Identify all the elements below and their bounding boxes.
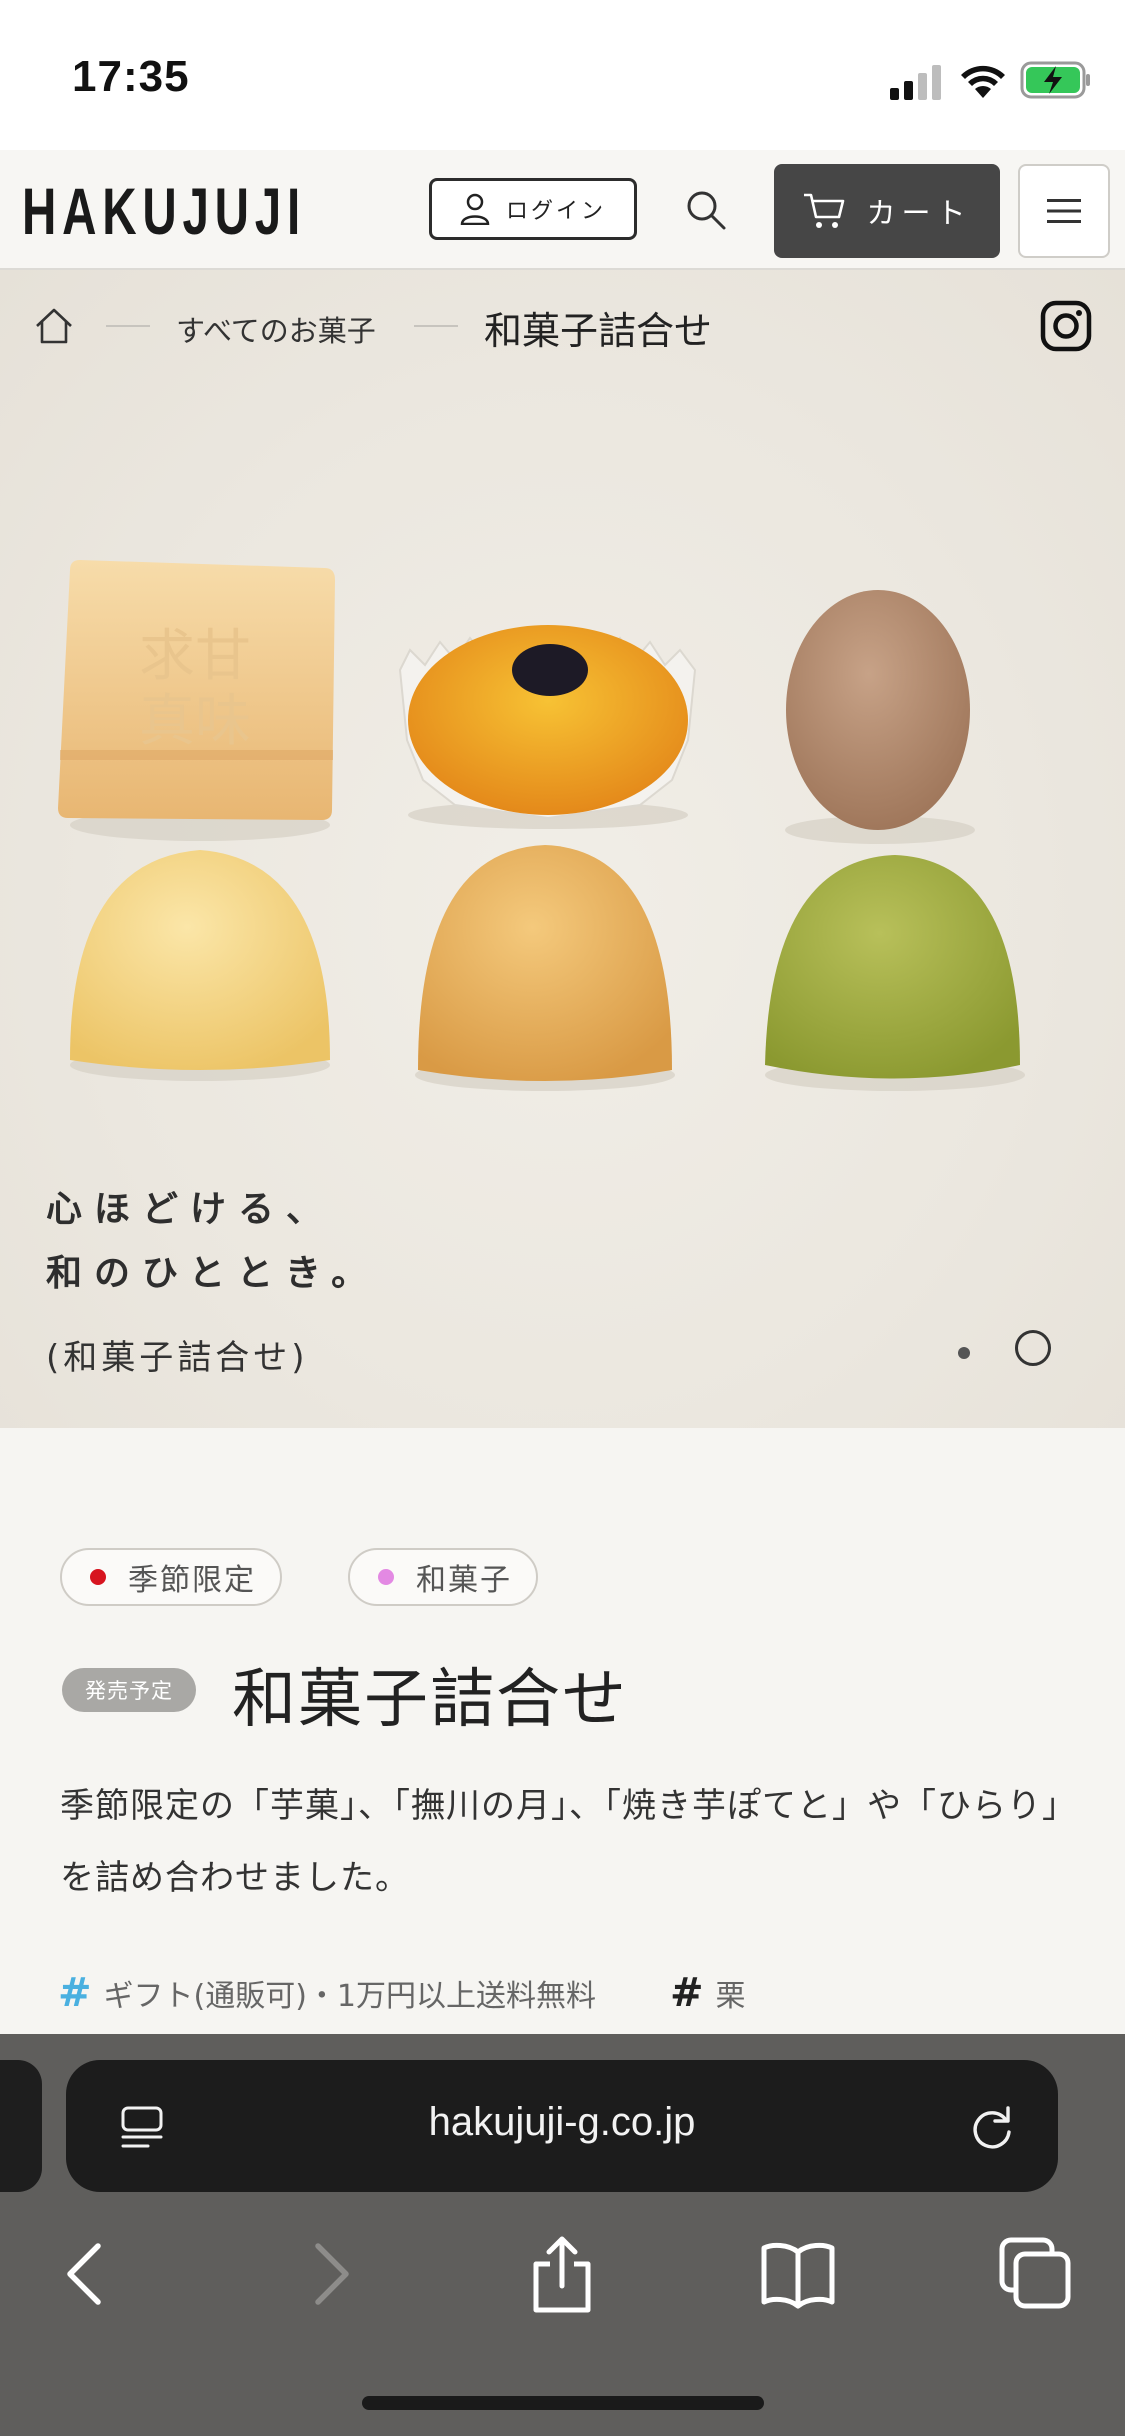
hashtag-chestnut[interactable]: 栗	[716, 1971, 746, 2015]
pink-dot-icon	[378, 1569, 394, 1585]
wifi-icon	[961, 65, 1005, 98]
breadcrumb-separator	[106, 325, 150, 327]
hero-copy-line1: 心ほどける、	[46, 1189, 335, 1230]
browser-toolbar: hakujuji-g.co.jp	[0, 2034, 1125, 2436]
search-icon[interactable]	[682, 186, 730, 234]
slider-dot-1[interactable]	[958, 1347, 970, 1359]
breadcrumb-separator	[414, 325, 458, 327]
status-badge: 発売予定	[62, 1668, 196, 1712]
login-button[interactable]: ログイン	[429, 178, 637, 240]
reload-icon[interactable]	[966, 2102, 1018, 2154]
cart-button[interactable]: カート	[774, 164, 1000, 258]
share-icon[interactable]	[522, 2234, 602, 2314]
red-dot-icon	[90, 1569, 106, 1585]
address-bar[interactable]: hakujuji-g.co.jp	[66, 2060, 1058, 2192]
instagram-icon[interactable]	[1040, 300, 1092, 352]
status-time: 17:35	[72, 52, 190, 101]
menu-button[interactable]	[1018, 164, 1110, 258]
login-label: ログイン	[505, 199, 606, 224]
tag-seasonal[interactable]: 季節限定	[60, 1548, 282, 1606]
hero-copy-line2: 和のひととき。	[46, 1253, 380, 1294]
status-bar: 17:35	[0, 0, 1125, 150]
cellular-signal-icon	[890, 65, 941, 100]
back-arrow-icon[interactable]	[46, 2234, 126, 2314]
tag-wagashi[interactable]: 和菓子	[348, 1548, 538, 1606]
url-text: hakujuji-g.co.jp	[428, 2100, 696, 2144]
slider-dot-2-active[interactable]	[1015, 1330, 1051, 1366]
hakujuji-logo[interactable]: HAKUJUJI	[22, 176, 312, 240]
cart-label: カート	[866, 196, 972, 230]
tag-label: 季節限定	[128, 1563, 256, 1598]
hashtag-gift[interactable]: ギフト(通販可)・1万円以上送料無料	[104, 1971, 597, 2015]
svg-text:真味: 真味	[139, 689, 251, 754]
battery-charging-icon	[1020, 61, 1090, 99]
hero-carousel[interactable]: 求甘 真味 すべてのお菓子 和菓子詰合せ 心ほどける、 和のひととき。 (和菓子…	[0, 270, 1125, 1428]
hashtag-icon: #	[670, 1970, 704, 2016]
home-indicator	[362, 2396, 764, 2410]
hamburger-menu-icon	[1047, 199, 1081, 223]
breadcrumb-current: 和菓子詰合せ	[484, 309, 713, 353]
svg-text:求甘: 求甘	[139, 624, 251, 689]
site-header: HAKUJUJI ログイン カート	[0, 150, 1125, 270]
hashtag-icon: #	[58, 1970, 92, 2016]
product-title: 和菓子詰合せ	[232, 1663, 628, 1737]
breadcrumb-all-sweets[interactable]: すべてのお菓子	[176, 308, 376, 350]
product-description: 季節限定の「芋菓」、「撫川の月」、「焼き芋ぽてと」や「ひらり」を詰め合わせました…	[60, 1786, 1077, 1898]
tabs-icon[interactable]	[994, 2234, 1074, 2314]
user-icon	[460, 193, 490, 225]
hashtag-list: # ギフト(通販可)・1万円以上送料無料 # 栗	[58, 1970, 746, 2016]
cart-icon	[804, 193, 845, 228]
home-icon[interactable]	[34, 306, 74, 346]
hero-catchcopy: 心ほどける、 和のひととき。	[46, 1178, 379, 1306]
svg-text:HAKUJUJI: HAKUJUJI	[22, 176, 306, 240]
hero-subtitle: (和菓子詰合せ)	[46, 1338, 309, 1378]
previous-tab-peek[interactable]	[0, 2060, 42, 2192]
breadcrumb: すべてのお菓子 和菓子詰合せ	[0, 270, 1125, 380]
bookmarks-icon[interactable]	[758, 2234, 838, 2314]
forward-arrow-icon[interactable]	[290, 2234, 370, 2314]
tag-label: 和菓子	[416, 1563, 512, 1598]
